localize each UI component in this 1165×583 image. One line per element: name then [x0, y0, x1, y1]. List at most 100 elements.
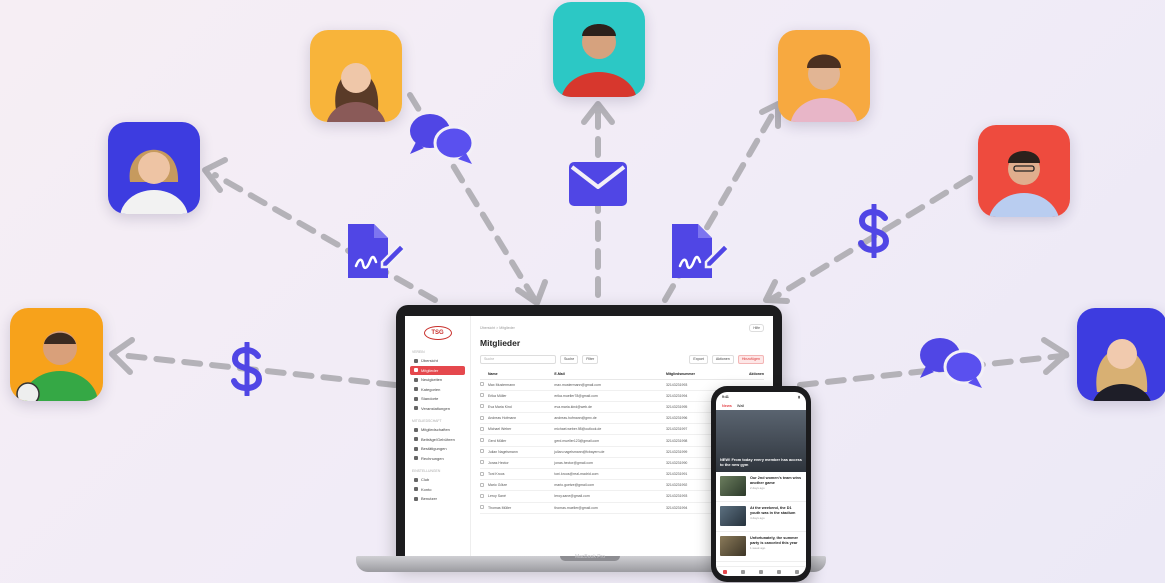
gear-icon [414, 477, 418, 482]
avatar-woman-blue [108, 122, 200, 214]
row-checkbox[interactable] [480, 468, 488, 481]
sidebar-item-invoices[interactable]: Rechnungen [410, 454, 465, 464]
column-header-email[interactable]: E-Mail [554, 370, 666, 380]
tab-news[interactable]: News [722, 404, 732, 408]
search-input[interactable]: Suche [480, 354, 556, 364]
home-icon [414, 358, 418, 363]
table-header-row: Name E-Mail Mitgliedsnummer Aktionen [480, 370, 764, 380]
row-checkbox[interactable] [480, 479, 488, 492]
checkbox-icon[interactable] [480, 393, 484, 398]
menu-icon[interactable] [795, 569, 799, 574]
member-name: Eva Maria Kind [488, 401, 555, 414]
checkbox-icon[interactable] [480, 505, 484, 510]
checkbox-icon[interactable] [480, 404, 484, 409]
news-card-meta: 4 days ago [750, 516, 765, 521]
battery-icon: ▮ [798, 395, 800, 399]
sidebar-item-categories[interactable]: Kategorien [410, 385, 465, 395]
row-checkbox[interactable] [480, 446, 488, 458]
row-checkbox[interactable] [480, 434, 488, 447]
sidebar-item-locations[interactable]: Standorte [410, 394, 465, 404]
phone-tabs: News Wall [716, 402, 806, 410]
checkbox-icon[interactable] [480, 471, 484, 476]
user-icon[interactable] [777, 569, 781, 574]
chat-bubbles-icon [410, 114, 475, 164]
news-card[interactable]: At the weekend, the D1 youth was in the … [716, 502, 806, 532]
document-signature-icon [672, 224, 730, 278]
sidebar-item-overview[interactable]: Übersicht [410, 356, 465, 366]
calendar-icon[interactable] [741, 569, 745, 574]
row-checkbox[interactable] [480, 457, 488, 470]
calendar-icon [414, 406, 418, 411]
member-name: Erika Müller [488, 390, 555, 402]
phone-hero-article[interactable]: NEW! From today every member has access … [716, 410, 806, 472]
chat-icon[interactable] [759, 569, 763, 574]
sidebar-group-label: Verein [412, 350, 425, 354]
search-button[interactable]: Suche [560, 354, 579, 364]
checkbox-icon[interactable] [480, 493, 484, 498]
help-button[interactable]: Hilfe [749, 324, 764, 332]
home-icon[interactable] [723, 569, 727, 574]
invoice-icon [414, 456, 418, 461]
avatar-man-red [978, 125, 1070, 217]
actions-button[interactable]: Aktionen [711, 354, 734, 364]
checkbox-icon[interactable] [480, 415, 484, 420]
sidebar-item-confirmations[interactable]: Bestätigungen [410, 444, 465, 454]
filter-button[interactable]: Filter [582, 354, 599, 364]
member-name: Andreas Hofmann [488, 412, 555, 425]
member-name: Julian Nagelsmann [488, 446, 555, 458]
chat-bubbles-icon [920, 338, 985, 388]
laptop-model-label: MacBook Pro [574, 554, 605, 560]
member-name: Leroy Sané [488, 490, 555, 503]
row-checkbox[interactable] [480, 490, 488, 503]
sidebar-item-account[interactable]: Konto [410, 485, 465, 495]
news-card-title: Our 2nd women's team wins another game [750, 476, 802, 485]
column-header-name[interactable]: Name [488, 370, 555, 380]
news-thumbnail [720, 506, 746, 526]
export-button[interactable]: Export [689, 354, 708, 364]
dollar-icon [231, 342, 263, 396]
row-checkbox[interactable] [480, 401, 488, 414]
avatar-man-teal [553, 2, 645, 97]
column-header-member-number[interactable]: Mitgliedsnummer [665, 370, 731, 380]
app-topbar: Übersicht > Mitglieder Hilfe [480, 324, 764, 332]
sidebar-item-members[interactable]: Mitglieder [410, 365, 465, 375]
phone-bottom-nav [716, 566, 806, 576]
sidebar-item-users[interactable]: Benutzer [410, 494, 465, 504]
member-email: eva.maria.kind@web.de [554, 401, 666, 414]
checkbox-icon[interactable] [480, 449, 484, 454]
check-icon [414, 446, 418, 451]
news-card[interactable]: Unfortunately, the summer party is cance… [716, 532, 806, 562]
member-email: max.mustermann@gmail.com [554, 379, 666, 391]
breadcrumb[interactable]: Übersicht > Mitglieder [480, 326, 515, 330]
member-name: Michael Weber [488, 423, 555, 436]
add-member-button[interactable]: Hinzufügen [737, 354, 764, 364]
phone-screen: 9:41 ▮ News Wall NEW! From today every m… [716, 392, 806, 576]
sidebar-item-events[interactable]: Veranstaltungen [410, 404, 465, 414]
sidebar-item-news[interactable]: Neuigkeiten [410, 375, 465, 385]
checkbox-icon[interactable] [480, 382, 484, 387]
member-email: leroy.sane@gmail.com [554, 490, 666, 503]
sidebar-item-fees[interactable]: Beiträge/Gebühren [410, 435, 465, 445]
arrowhead-man-red [763, 279, 790, 304]
checkbox-icon[interactable] [480, 426, 484, 431]
row-checkbox[interactable] [480, 412, 488, 425]
avatar-man-whistle [10, 308, 103, 401]
checkbox-icon[interactable] [480, 460, 484, 465]
app-sidebar: TSG Verein Übersicht Mitglieder Neuigkei… [405, 316, 471, 556]
checkbox-icon[interactable] [480, 482, 484, 487]
row-checkbox[interactable] [480, 502, 488, 514]
page-title: Mitglieder [480, 338, 521, 348]
sidebar-item-memberships[interactable]: Mitgliedschaften [410, 425, 465, 435]
news-card[interactable]: Our 2nd women's team wins another game 2 … [716, 472, 806, 502]
tag-icon [414, 437, 418, 442]
tab-wall[interactable]: Wall [737, 404, 744, 408]
row-checkbox[interactable] [480, 423, 488, 436]
checkbox-icon[interactable] [480, 438, 484, 443]
avatar-woman-right [1077, 308, 1165, 401]
member-name: Jonas Hector [488, 457, 555, 470]
sidebar-item-club[interactable]: Club [410, 475, 465, 485]
sidebar-group-label: Einstellungen [412, 469, 441, 473]
row-checkbox[interactable] [480, 390, 488, 402]
pin-icon [414, 396, 418, 401]
row-checkbox[interactable] [480, 379, 488, 391]
